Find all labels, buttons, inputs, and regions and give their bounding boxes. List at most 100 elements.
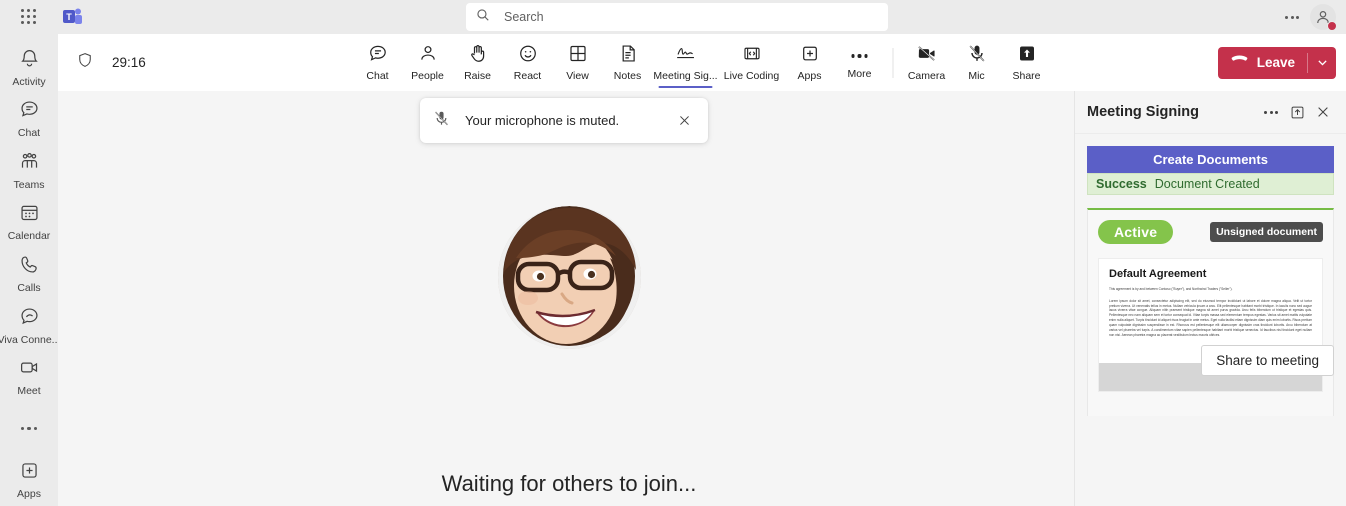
document-intro: This agreement is by and between Contoso… [1109, 287, 1233, 291]
tool-label: Share [1012, 70, 1041, 82]
status-message: Document Created [1154, 177, 1260, 191]
tool-camera[interactable]: Camera [902, 34, 952, 91]
app-launcher-grid-icon[interactable] [12, 0, 46, 34]
sidebar-item-label: Meet [17, 385, 41, 398]
close-icon[interactable] [1310, 99, 1336, 125]
active-tab-indicator [658, 85, 713, 88]
smiley-react-icon [517, 43, 538, 69]
tool-share[interactable]: Share [1002, 34, 1052, 91]
participant-avatar [497, 206, 641, 349]
tool-react[interactable]: React [503, 34, 553, 91]
sidebar-item-label: Activity [12, 75, 46, 88]
sidebar-item-label: Calls [17, 282, 41, 295]
search-icon [476, 8, 490, 27]
more-options-icon [851, 46, 868, 67]
presence-indicator [1327, 21, 1337, 31]
shield-security-icon[interactable] [76, 51, 94, 74]
tool-label: Apps [797, 70, 822, 82]
search-input[interactable]: Search [466, 3, 888, 31]
sidebar-item-label: Viva Conne... [0, 333, 61, 346]
sidebar-item-viva-connections[interactable]: Viva Conne... [0, 300, 61, 352]
chat-bubble-icon [19, 99, 40, 125]
document-state-badge: Active [1098, 220, 1174, 244]
tool-mic[interactable]: Mic [952, 34, 1002, 91]
toolbar-divider [892, 47, 894, 78]
tool-view[interactable]: View [553, 34, 603, 91]
add-plus-box-icon [19, 460, 40, 486]
tool-label: People [411, 70, 444, 82]
sidebar-more-apps-button[interactable] [0, 403, 58, 455]
tool-raise-hand[interactable]: Raise [453, 34, 503, 91]
tool-chat[interactable]: Chat [353, 34, 403, 91]
status-badge: Success [1096, 177, 1147, 191]
sidebar-item-teams[interactable]: Teams [0, 145, 58, 197]
panel-title: Meeting Signing [1087, 104, 1199, 120]
person-icon [417, 43, 438, 69]
leave-main[interactable]: Leave [1218, 47, 1307, 79]
unsigned-document-tooltip: Unsigned document [1210, 222, 1323, 242]
more-options-icon[interactable] [1278, 3, 1306, 31]
more-apps-icon [20, 426, 38, 431]
sidebar-item-label: Calendar [7, 230, 51, 243]
add-plus-box-icon [799, 43, 820, 69]
leave-label: Leave [1256, 55, 1295, 70]
meeting-leave-group: Leave [1208, 34, 1336, 91]
video-camera-icon [19, 357, 40, 383]
sidebar-item-label: Apps [17, 488, 41, 501]
document-body: Lorem ipsum dolor sit amet, consectetur … [1109, 298, 1312, 337]
sidebar-item-calls[interactable]: Calls [0, 248, 58, 300]
waiting-message: Waiting for others to join... [441, 471, 697, 496]
chat-bubble-icon [367, 43, 388, 69]
tool-notes[interactable]: Notes [603, 34, 653, 91]
sidebar-item-label: Chat [17, 127, 41, 140]
document-badges: Active Unsigned document [1098, 220, 1323, 244]
tool-more[interactable]: More [835, 34, 885, 91]
more-options-icon[interactable] [1258, 99, 1284, 125]
pop-out-icon[interactable] [1284, 99, 1310, 125]
document-title: Default Agreement [1109, 268, 1207, 280]
left-navigation-rail: Activity Chat Teams Calendar Calls Viva … [0, 34, 61, 506]
tool-live-coding[interactable]: Live Coding [719, 34, 785, 91]
tool-label: Raise [464, 70, 491, 82]
svg-text:T: T [66, 12, 72, 22]
tool-label: Camera [907, 70, 946, 82]
sidebar-item-apps[interactable]: Apps [0, 455, 58, 506]
meeting-toolbar: 29:16 Chat People Raise React View Notes… [58, 34, 1346, 91]
hangup-phone-icon [1230, 52, 1249, 74]
sidebar-item-chat[interactable]: Chat [0, 94, 58, 146]
document-card[interactable]: Active Unsigned document Default Agreeme… [1087, 208, 1334, 416]
live-coding-icon [741, 43, 762, 69]
top-bar-actions [1278, 0, 1338, 34]
share-to-meeting-button[interactable]: Share to meeting [1201, 345, 1334, 376]
camera-off-icon [916, 43, 938, 69]
share-row: Share to meeting [1201, 345, 1334, 376]
status-banner: Success Document Created [1087, 173, 1334, 195]
panel-body: Create Documents Success Document Create… [1075, 134, 1346, 416]
meeting-timer: 29:16 [112, 55, 146, 70]
phone-icon [19, 254, 40, 280]
sidebar-item-meet[interactable]: Meet [0, 351, 58, 403]
share-screen-icon [1016, 43, 1037, 69]
tool-people[interactable]: People [403, 34, 453, 91]
top-bar: T Search [0, 0, 1346, 34]
create-documents-button[interactable]: Create Documents [1087, 146, 1334, 173]
search-placeholder: Search [504, 10, 544, 24]
tool-label: Live Coding [723, 70, 780, 82]
teams-people-icon [19, 151, 40, 177]
tool-apps[interactable]: Apps [785, 34, 835, 91]
raise-hand-icon [467, 43, 488, 69]
meeting-status-group: 29:16 [76, 51, 146, 74]
mic-off-icon [966, 43, 987, 69]
stage-center: Waiting for others to join... [58, 91, 1080, 506]
tool-meeting-signing[interactable]: Meeting Sig... [653, 34, 719, 91]
tool-label: Notes [613, 70, 642, 82]
sidebar-item-activity[interactable]: Activity [0, 42, 58, 94]
tool-label: React [513, 70, 542, 82]
leave-meeting-button[interactable]: Leave [1217, 46, 1336, 79]
sidebar-item-calendar[interactable]: Calendar [0, 197, 58, 249]
chevron-down-icon[interactable] [1308, 47, 1336, 79]
meeting-controls: Chat People Raise React View Notes Meeti… [353, 34, 1052, 91]
viva-connections-icon [19, 306, 40, 332]
tool-label: View [566, 70, 589, 82]
user-avatar-icon[interactable] [1310, 4, 1337, 31]
